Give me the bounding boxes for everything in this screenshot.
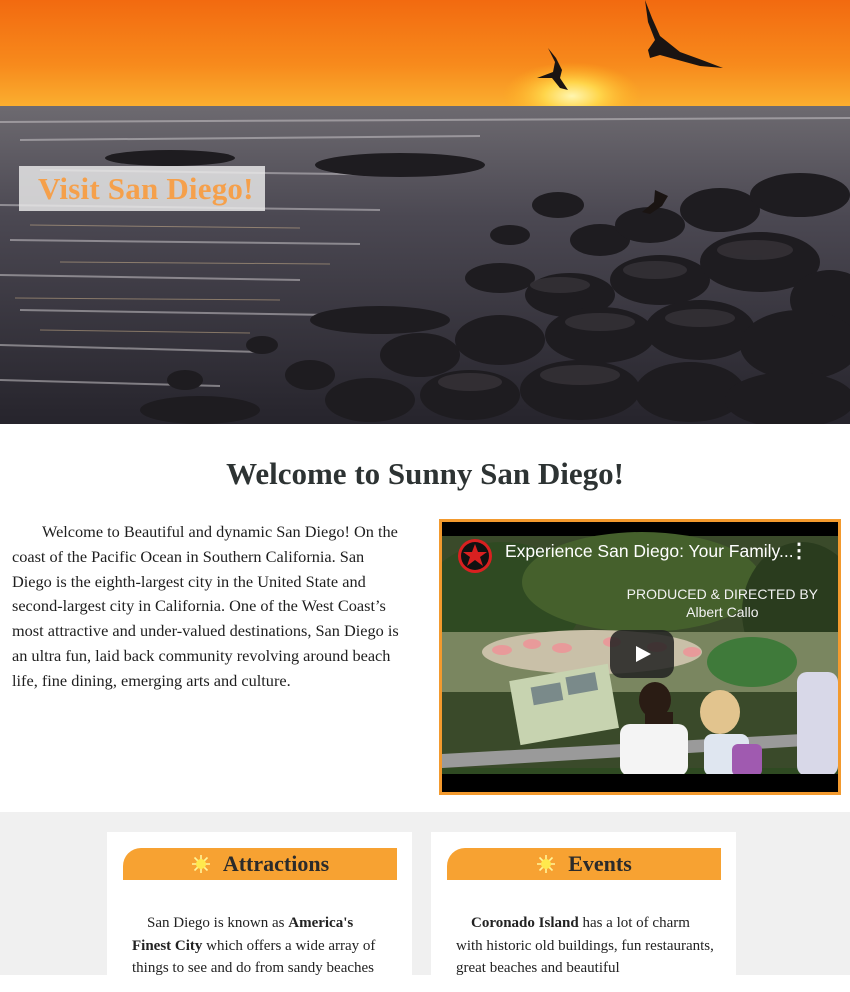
welcome-intro-text: Welcome to Beautiful and dynamic San Die… [12, 522, 399, 690]
card-header-attractions: Attractions [123, 848, 397, 880]
video-credit-line1: PRODUCED & DIRECTED BY [626, 586, 818, 602]
card-header-events: Events [447, 848, 721, 880]
hero-title: Visit San Diego! [38, 170, 254, 206]
video-title-link[interactable]: Experience San Diego: Your Family... [505, 541, 794, 562]
welcome-heading: Welcome to Sunny San Diego! [226, 456, 624, 491]
card-body-bold: Coronado Island [471, 915, 579, 931]
channel-logo-icon[interactable] [457, 538, 493, 574]
welcome-section: Welcome to Sunny San Diego! Welcome to B… [0, 424, 850, 812]
card-body-text: San Diego is known as America's Finest C… [132, 912, 392, 980]
sun-icon [191, 855, 210, 873]
card-body-prefix: San Diego is known as [147, 915, 289, 931]
hero-title-box: Visit San Diego! [19, 166, 265, 211]
card-body-text: Coronado Island has a lot of charm with … [456, 912, 716, 980]
feature-cards: Attractions San Diego is known as Americ… [0, 812, 850, 992]
card-title: Events [568, 851, 632, 876]
hero-banner: Visit San Diego! [0, 0, 850, 424]
sun-icon [537, 855, 556, 873]
video-more-options-icon[interactable]: ⋮ [789, 538, 809, 563]
card-attractions: Attractions San Diego is known as Americ… [107, 832, 412, 992]
video-credit-overlay: PRODUCED & DIRECTED BY Albert Callo [627, 585, 818, 621]
video-credit-line2: Albert Callo [686, 604, 759, 620]
video-player[interactable]: Experience San Diego: Your Family... ⋮ P… [439, 519, 841, 795]
play-button[interactable] [610, 630, 674, 678]
card-title: Attractions [222, 851, 330, 876]
sunset-beach-image [0, 0, 850, 424]
card-events: Events Coronado Island has a lot of char… [431, 832, 736, 992]
